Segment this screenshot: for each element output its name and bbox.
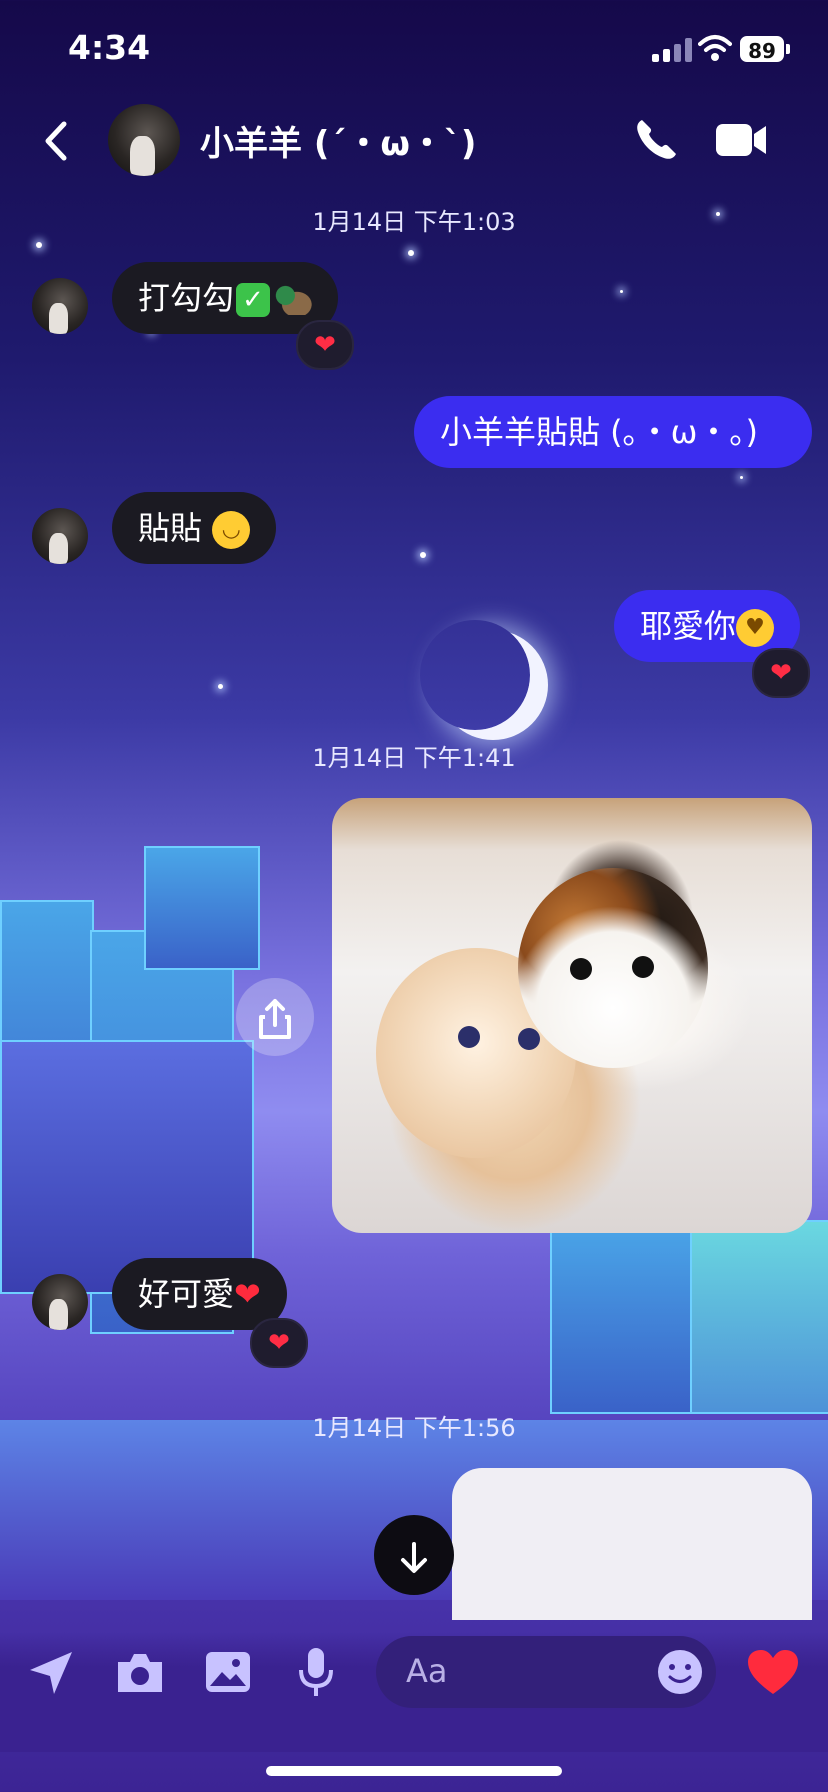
sender-avatar[interactable] [32,1274,88,1330]
building [690,1220,828,1414]
star [408,250,414,256]
status-time: 4:34 [68,28,151,67]
contact-name[interactable]: 小羊羊 (´・ω・`) [200,116,476,165]
message-text: 打勾勾 [138,279,235,317]
timestamp: 1月14日 下午1:03 [312,208,516,236]
loading-image-bubble[interactable] [452,1468,812,1620]
building [0,1040,254,1294]
reaction-heart-icon[interactable]: ❤ [296,320,354,370]
emoji-icon[interactable] [656,1648,704,1696]
building [550,1220,694,1414]
star [620,290,623,293]
star [36,242,42,248]
battery-indicator: 89 [740,36,784,63]
phone-icon[interactable] [632,116,680,164]
message-bubble-received[interactable]: 好可愛❤ [112,1258,287,1330]
contact-avatar[interactable] [108,104,180,176]
message-bubble-received[interactable]: 貼貼 ◡ [112,492,277,564]
smiling-face-emoji-icon: ◡ [212,511,251,549]
heart-icon[interactable] [746,1648,800,1698]
home-indicator [266,1766,562,1776]
crescent-moon [420,620,530,730]
microphone-icon[interactable] [296,1646,336,1698]
sender-avatar[interactable] [32,508,88,564]
reaction-heart-icon[interactable]: ❤ [752,648,810,698]
share-icon[interactable] [236,978,314,1056]
star [218,684,223,689]
video-camera-icon[interactable] [714,120,770,160]
message-text: 貼貼 [138,509,203,547]
reaction-heart-icon[interactable]: ❤ [250,1318,308,1368]
battery-tip [786,44,790,54]
signal-icon [652,38,696,62]
back-button[interactable] [36,116,76,166]
check-mark-emoji-icon: ✓ [236,283,271,317]
message-input-placeholder: Aa [406,1652,448,1690]
red-heart-emoji-icon: ❤ [234,1275,261,1313]
kitten-eyes [458,1026,480,1048]
photo-message-kittens[interactable] [332,798,812,1233]
star [740,476,743,479]
timestamp: 1月14日 下午1:41 [312,744,516,772]
sender-avatar[interactable] [32,278,88,334]
message-bubble-received[interactable]: 打勾勾 ✓ [112,262,339,334]
scroll-to-bottom-button[interactable] [374,1515,454,1595]
star [420,552,426,558]
status-bar: 4:34 89 [0,0,828,96]
smiling-face-hearts-emoji-icon: ♥ [736,609,775,647]
wifi-icon [698,34,732,62]
image-icon[interactable] [204,1650,252,1694]
camera-icon[interactable] [114,1650,166,1696]
kitten-eyes [570,958,592,980]
message-text: 耶愛你 [640,607,737,645]
building [144,846,260,970]
timestamp: 1月14日 下午1:56 [312,1414,516,1442]
message-text: 小羊羊貼貼 (｡・ω・｡) [440,413,758,451]
message-bubble-sent[interactable]: 小羊羊貼貼 (｡・ω・｡) [414,396,812,468]
kitten-eyes [518,1028,540,1050]
duck-emoji-icon [274,285,313,315]
message-text: 好可愛 [138,1275,235,1313]
kitten-calico [518,868,708,1068]
kitten-eyes [632,956,654,978]
location-arrow-icon[interactable] [26,1648,76,1698]
